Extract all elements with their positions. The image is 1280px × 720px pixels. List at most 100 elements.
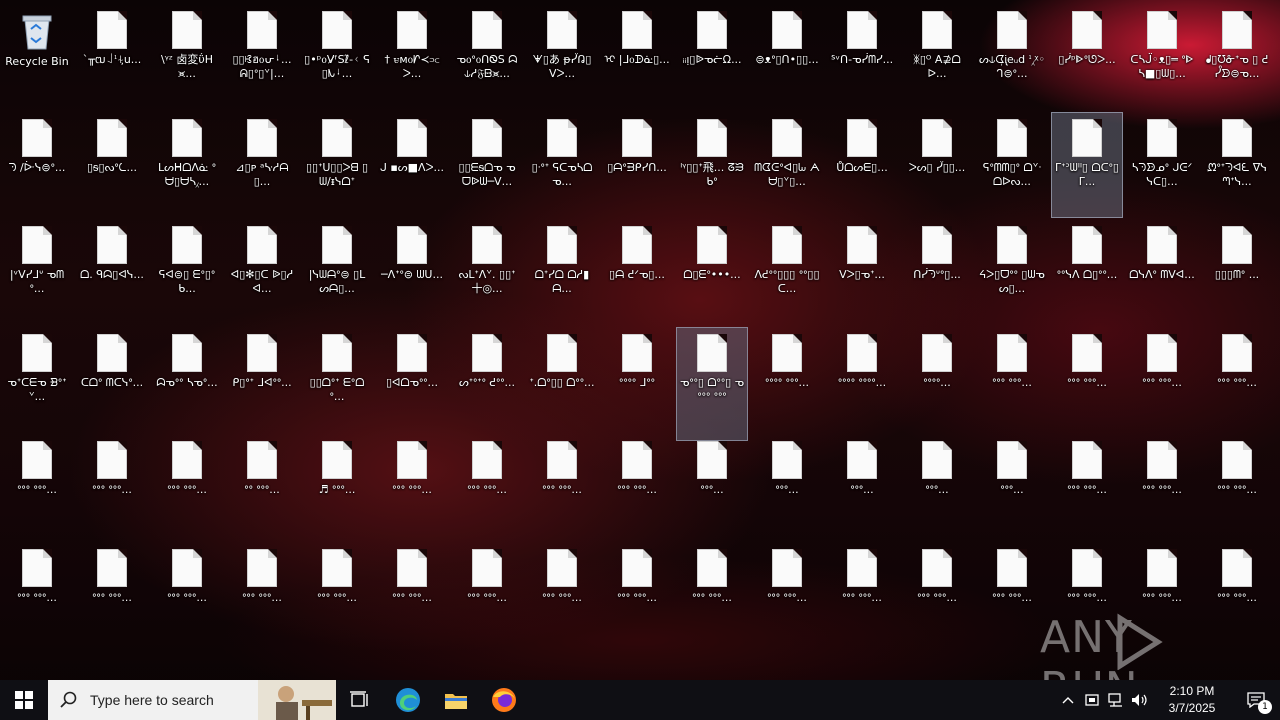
desktop-file-item[interactable]: ᐤᐤᐤ ᐤᐤᐤ... — [226, 542, 298, 648]
desktop-file-item[interactable]: Vᐳ▯ᓀᐩ... — [826, 219, 898, 325]
desktop-file-item[interactable]: ᐳᔕ▯ ᓮ▯▯... — [901, 112, 973, 218]
desktop-file-item[interactable]: ᔆᵛᑎ-ᓀᓰᗰᓯ... — [826, 4, 898, 110]
desktop-file-item[interactable]: ᐤᐤᐤ ᐤᐤᐤ... — [451, 542, 523, 648]
task-view-button[interactable] — [336, 680, 384, 720]
desktop-file-item[interactable]: ─ᐱᐩᐤ⊜ ᗯᑌ... — [376, 219, 448, 325]
firefox-taskbar-button[interactable] — [480, 680, 528, 720]
clock[interactable]: 2:10 PM 3/7/2025 — [1152, 683, 1232, 717]
desktop-file-item[interactable]: ᔕᐩᐤᐩᐤ ᕍᐤᐤ... — [451, 327, 523, 433]
desktop-file-item[interactable]: ᐤᐤᐤ ᐤᐤᐤ... — [901, 542, 973, 648]
desktop-file-item[interactable]: ᐤᐤᐤ ᐤᐤᐤ... — [526, 434, 598, 540]
desktop-file-item[interactable]: ᐤᐤᐤ ᐤᐤᐤ... — [976, 327, 1048, 433]
desktop-file-item[interactable]: ᐤᐤᐤ ᐤᐤᐤ... — [76, 434, 148, 540]
desktop-file-item[interactable]: ᓴᘆᗦᓄᐤ ᒍᕮᐟᓭᑕ▯... — [1126, 112, 1198, 218]
desktop-file-item[interactable]: ᕋᐊ⊜▯ ᗴᐤ▯ᐤᑲ... — [151, 219, 223, 325]
desktop-file-item[interactable]: ᐤᐤᐤ ᐤᐤᐤ... — [601, 434, 673, 540]
desktop-file-item[interactable]: ᐤᐤᐤᐤ... — [901, 327, 973, 433]
desktop-file-item[interactable]: ▯ᓰᵖᐈᐤᘎᐳ... — [1051, 4, 1123, 110]
desktop-file-item[interactable]: ˋ╥ຒ꒑ᣳ⍭ᝳu... — [76, 4, 148, 110]
desktop-file-item[interactable]: ᐤᐤᐤ ᐤᐤᐤ... — [976, 542, 1048, 648]
desktop-file-item[interactable]: ᓀᐤᐤ▯ ᗝᐤᐤ▯ ᓀᐤᐤᐤ ᐤᐤᐤ — [676, 326, 748, 441]
desktop-file-item[interactable]: ᗝ▯ᗴᐤ•••... — [676, 219, 748, 325]
desktop-file-item[interactable]: ᘻᐤᐩᘆᐊᘍ ᐁᓭᘉᐩᓭ... — [1201, 112, 1273, 218]
desktop-file-item[interactable]: ▯ᐊᗝᓀᐤᐤ... — [376, 327, 448, 433]
desktop-file-item[interactable]: ▯ᵴ▯ᔓᐤᘇ... — [76, 112, 148, 218]
desktop-file-item[interactable]: ᐤᐤᐤ ᐤᐤᐤ... — [451, 434, 523, 540]
desktop-file-item[interactable]: ᛤ▯ᴼ A⊉ᗝᐅ... — [901, 4, 973, 110]
desktop-file-item[interactable]: ᴵᵞ▯▯ᐩ飛... ᘔᙐᑲᐤ — [676, 112, 748, 218]
recycle-bin-icon-item[interactable]: Recycle Bin — [1, 4, 73, 110]
desktop-file-item[interactable]: ᐤᐤᐤ ᐤᐤᐤ... — [676, 542, 748, 648]
desktop-file-item[interactable]: ᔓᒪᐩᐱᘁ. ▯▯ᐩ十◎... — [451, 219, 523, 325]
desktop-file-item[interactable]: ▯▯ᗝᐤᐩ ᗴᐤᗝᐤ... — [301, 327, 373, 433]
desktop-file-item[interactable]: ▯ᐧᐤᐩ ᕋᑕᓀᓴᗝᓀ... — [526, 112, 598, 218]
desktop-file-item[interactable]: ᗖ▯あ ᵽᓮᕡ▯Vᐳ... — [526, 4, 598, 110]
desktop-file-item[interactable]: ᑕᓴᒏ◦ᴥ▯═ ᐤᐈᓴ■▯ᗯ▯... — [1126, 4, 1198, 110]
desktop-file-item[interactable]: Ůᗝᔕᗴ▯... — [826, 112, 898, 218]
desktop-file-item[interactable]: ▯▯ᐩᑌ▯▯ᐳᗺ ▯ᗯ/ᵻᓭᗝᐩ — [301, 112, 373, 218]
desktop-file-item[interactable]: ᢈ |ᒧ᧐ᗬᓎ▯... — [601, 4, 673, 110]
desktop-file-item[interactable]: ᗝ. ᑫᗣ▯ᐊᓭ... — [76, 219, 148, 325]
desktop-file-item[interactable]: ᐱᕍᐤᐤ▯▯▯ ᐤᐤ▯▯ᑕ... — [751, 219, 823, 325]
desktop-file-item[interactable]: ▯ᗩ ᕍᐟᓀ▯... — [601, 219, 673, 325]
desktop-file-item[interactable]: † ꮜᴍ᧐ᗁ≺⫗ᐳ... — [376, 4, 448, 110]
desktop-file-item[interactable]: ᖱ▯ᘮᓁᐩᓀ ▯ ᕍᓮᗦ⊜ᓀ... — [1201, 4, 1273, 110]
desktop-file-item[interactable]: ᐤᐤᐤ... — [826, 434, 898, 540]
desktop-file-item[interactable]: ᐤᐤᐤ ᐤᐤᐤ... — [826, 542, 898, 648]
desktop-file-item[interactable]: ᐤᐤᐤ ᐤᐤᐤ... — [1, 542, 73, 648]
desktop-file-item[interactable]: ᒪᔕᕼᗝᐱᓎ ᐤᗨ▯ᗨᓴ⁁... — [151, 112, 223, 218]
desktop-file-item[interactable]: ᗣᓀᐤᐤ ᓴᓀᐤ... — [151, 327, 223, 433]
desktop-file-item[interactable]: ♬ ᐤᐤᐤ... — [301, 434, 373, 540]
desktop-file-item[interactable]: ᐤᐤᐤ ᐤᐤᐤ... — [376, 434, 448, 540]
desktop-file-item[interactable]: ᐤᐤᐤ ᐤᐤᐤ... — [151, 434, 223, 540]
desktop-file-item[interactable]: ▯▯▯ᗰᐤ ... — [1201, 219, 1273, 325]
desktop-file-item[interactable]: |ᓭᗯᗩᐤ⊜ ▯ᒪᔕᗩ▯... — [301, 219, 373, 325]
desktop-file-item[interactable]: ▯•ᵖ᧐V̷ᶠSℓ̃-ᚲ ᕋ▯ᗃᛍ... — [301, 4, 373, 110]
desktop-file-item[interactable]: ᐤᐤ ᐤᐤᐤ... — [226, 434, 298, 540]
desktop-file-item[interactable]: ▯ᗩᐤᗲᑭᓯᑎ... — [601, 112, 673, 218]
desktop-file-item[interactable]: ᐤᐤᐤ ᐤᐤᐤ... — [376, 542, 448, 648]
tray-expand-button[interactable] — [1056, 680, 1080, 720]
desktop-file-item[interactable]: |ᵛᐯᓯᒧᐡ ᓀᗰᐤ... — [1, 219, 73, 325]
desktop-file-item[interactable]: ᐤᐤᐤ... — [901, 434, 973, 540]
desktop-file-item[interactable]: ᘆ /ᐕᓭ⊜ᐤ... — [1, 112, 73, 218]
edge-taskbar-button[interactable] — [384, 680, 432, 720]
desktop-file-item[interactable]: ᐤᐤᐤᐤ ᐤᐤᐤᐤ... — [826, 327, 898, 433]
desktop-file-item[interactable]: ᐤᐤᐤ... — [976, 434, 1048, 540]
desktop-file-item[interactable]: ᐊ▯✻▯ᑕ ᐉ▯ᓱᐊ... — [226, 219, 298, 325]
tray-app-button[interactable] — [1080, 680, 1104, 720]
desktop-file-item[interactable]: ᐤᐤᐤ ᐤᐤᐤ... — [526, 542, 598, 648]
desktop-file-item[interactable]: ᐤᐤᐤᐤ ᐤᐤᐤ... — [751, 327, 823, 433]
desktop-file-item[interactable]: ᵢᵢᴉ▯ᐉᓀᓖΩ... — [676, 4, 748, 110]
desktop-file-item[interactable]: ᐤᐤᐤᐤ ᒧᐤᐤ — [601, 327, 673, 433]
desktop-file-item[interactable]: ᐤᐤᐤ... — [751, 434, 823, 540]
desktop-file-item[interactable]: ᐤᐤᐤ ᐤᐤᐤ... — [301, 542, 373, 648]
desktop-file-item[interactable]: ᗝᐩᓯᗝ ᗝᓱ▮ᗩ... — [526, 219, 598, 325]
desktop-file-item[interactable]: ᐤᐤᐤ ᐤᐤᐤ... — [76, 542, 148, 648]
desktop-file-item[interactable]: ᐤᐤᓭᐱ ᗝ▯ᐤᐤ... — [1051, 219, 1123, 325]
desktop-file-item[interactable]: ᗝᓭᐱᐤ ᗰᐯᐊ... — [1126, 219, 1198, 325]
desktop-file-item[interactable]: ▯▯ᗴᵴᗝᓀ ᓀᗜᐉᗯ─ᐯ... — [451, 112, 523, 218]
desktop-file-item[interactable]: ᐤᐤᐤ ᐤᐤᐤ... — [1201, 434, 1273, 540]
desktop-file-item[interactable]: ᑭ▯ᐤᐩ ᒧᐊᐤᐤ... — [226, 327, 298, 433]
desktop-file-item[interactable]: ᑎᓰᘆᐡᐤ▯... — [901, 219, 973, 325]
desktop-file-item[interactable]: ᐤᐤᐤ ᐤᐤᐤ... — [1201, 327, 1273, 433]
desktop-file-item[interactable]: ᔕ⫝ᗧ᷊ᶖeᵤd ᣳ⁁ᵡ◦ᒉ⊜ᐤ... — [976, 4, 1048, 110]
desktop-file-item[interactable]: ᐤᐤᐤ ᐤᐤᐤ... — [1126, 434, 1198, 540]
desktop-file-item[interactable]: ᒥᐩᐣᗯᐦ▯ ᗝᑕᐤ▯ᒥ... — [1051, 111, 1123, 218]
desktop-file-item[interactable]: ᐤᐤᐤ ᐤᐤᐤ... — [151, 542, 223, 648]
search-box[interactable]: Type here to search — [48, 680, 336, 720]
desktop-file-item[interactable]: ᑕᗝᐤ ᗰᑕᓭᐤ... — [76, 327, 148, 433]
desktop-file-item[interactable]: ᐤᐤᐤ ᐤᐤᐤ... — [1, 434, 73, 540]
desktop-file-item[interactable]: ᓀᐩᑕᗴᓀ ᗽᐤᐩᘁ... — [1, 327, 73, 433]
desktop-file-item[interactable]: ᓀ᧐ᐤ᧐ᑎᏫS ᗣ⫝ᓱ𝔉ᗹ⪤... — [451, 4, 523, 110]
desktop-file-item[interactable]: ᕋᐤᗰᗰ▯ᐤ ᗝᘁᐧᗝᐅᔓ... — [976, 112, 1048, 218]
desktop-file-item[interactable]: \ᵞᶻ 卤変ΰH⪤... — [151, 4, 223, 110]
desktop-file-item[interactable]: ᐤᐤᐤ ᐤᐤᐤ... — [751, 542, 823, 648]
file-explorer-taskbar-button[interactable] — [432, 680, 480, 720]
start-button[interactable] — [0, 680, 48, 720]
desktop-file-item[interactable]: ᐤᐤᐤ... — [676, 434, 748, 540]
desktop-file-item[interactable]: ᐤᐤᐤ ᐤᐤᐤ... — [1051, 434, 1123, 540]
desktop-file-item[interactable]: ▯▯ꕙฮ᧐ᕂᛍ... ᕱ▯ᐤ▯ᘁ|... — [226, 4, 298, 110]
volume-button[interactable] — [1128, 680, 1152, 720]
